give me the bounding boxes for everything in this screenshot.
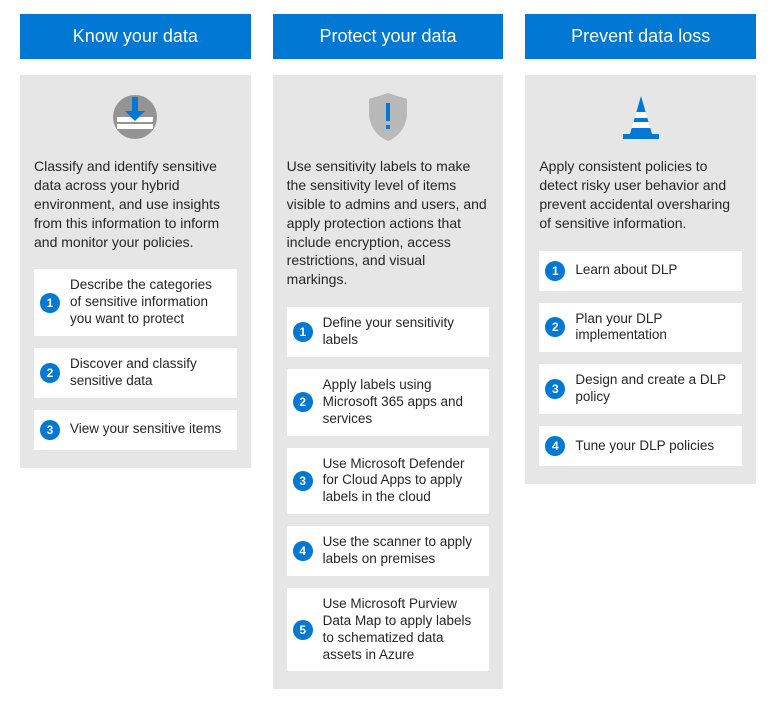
step-item: 2 Apply labels using Microsoft 365 apps … xyxy=(287,369,490,436)
column-description: Apply consistent policies to detect risk… xyxy=(539,157,742,233)
column-panel: Apply consistent policies to detect risk… xyxy=(525,75,756,484)
step-item: 4 Tune your DLP policies xyxy=(539,426,742,466)
traffic-cone-icon xyxy=(539,91,742,143)
step-number-badge: 4 xyxy=(293,541,313,561)
column-header: Know your data xyxy=(20,14,251,59)
step-number-badge: 2 xyxy=(40,363,60,383)
step-label: Use Microsoft Defender for Cloud Apps to… xyxy=(323,456,480,507)
step-label: Design and create a DLP policy xyxy=(575,372,732,406)
step-number-badge: 2 xyxy=(545,317,565,337)
three-column-framework: Know your data Classify and identify sen… xyxy=(0,0,776,709)
step-number-badge: 3 xyxy=(545,379,565,399)
step-number-badge: 1 xyxy=(545,261,565,281)
step-label: Apply labels using Microsoft 365 apps an… xyxy=(323,377,480,428)
step-item: 4 Use the scanner to apply labels on pre… xyxy=(287,526,490,576)
step-label: Use Microsoft Purview Data Map to apply … xyxy=(323,596,480,664)
step-label: Plan your DLP implementation xyxy=(575,311,732,345)
step-item: 3 Design and create a DLP policy xyxy=(539,364,742,414)
data-classify-icon xyxy=(34,91,237,143)
step-number-badge: 4 xyxy=(545,436,565,456)
column-protect-your-data: Protect your data Use sensitivity labels… xyxy=(273,14,504,689)
column-description: Use sensitivity labels to make the sensi… xyxy=(287,157,490,289)
step-item: 3 View your sensitive items xyxy=(34,410,237,450)
column-panel: Use sensitivity labels to make the sensi… xyxy=(273,75,504,689)
step-item: 2 Discover and classify sensitive data xyxy=(34,348,237,398)
step-number-badge: 3 xyxy=(40,420,60,440)
step-item: 3 Use Microsoft Defender for Cloud Apps … xyxy=(287,448,490,515)
column-know-your-data: Know your data Classify and identify sen… xyxy=(20,14,251,468)
step-number-badge: 1 xyxy=(40,293,60,313)
step-label: Discover and classify sensitive data xyxy=(70,356,227,390)
step-number-badge: 5 xyxy=(293,620,313,640)
step-number-badge: 1 xyxy=(293,322,313,342)
step-item: 5 Use Microsoft Purview Data Map to appl… xyxy=(287,588,490,672)
step-label: Use the scanner to apply labels on premi… xyxy=(323,534,480,568)
step-item: 1 Learn about DLP xyxy=(539,251,742,291)
column-header: Prevent data loss xyxy=(525,14,756,59)
shield-alert-icon xyxy=(287,91,490,143)
step-number-badge: 2 xyxy=(293,392,313,412)
step-label: Describe the categories of sensitive inf… xyxy=(70,277,227,328)
step-label: View your sensitive items xyxy=(70,421,221,438)
step-item: 2 Plan your DLP implementation xyxy=(539,303,742,353)
column-panel: Classify and identify sensitive data acr… xyxy=(20,75,251,468)
column-prevent-data-loss: Prevent data loss Apply consistent polic… xyxy=(525,14,756,484)
step-label: Define your sensitivity labels xyxy=(323,315,480,349)
step-item: 1 Define your sensitivity labels xyxy=(287,307,490,357)
column-header: Protect your data xyxy=(273,14,504,59)
column-description: Classify and identify sensitive data acr… xyxy=(34,157,237,251)
step-item: 1 Describe the categories of sensitive i… xyxy=(34,269,237,336)
step-label: Learn about DLP xyxy=(575,262,677,279)
step-label: Tune your DLP policies xyxy=(575,438,714,455)
step-number-badge: 3 xyxy=(293,471,313,491)
